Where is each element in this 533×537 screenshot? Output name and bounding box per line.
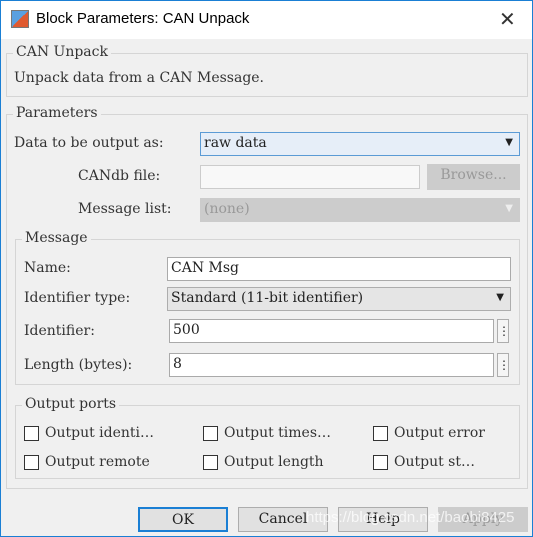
output-status-checkbox[interactable]: Output st… [373, 454, 475, 470]
checkbox-box[interactable] [373, 454, 388, 470]
checkbox-label: Output times… [224, 425, 332, 441]
watermark: https://blog.csdn.net/baobi8425 [306, 509, 515, 526]
checkbox-box[interactable] [203, 454, 218, 470]
checkbox-label: Output error [394, 425, 485, 441]
identifier-type-dropdown[interactable]: Standard (11-bit identifier) ▼ [167, 287, 511, 311]
checkbox-label: Output identi… [45, 425, 155, 441]
chevron-down-icon: ▼ [496, 292, 504, 303]
checkbox-label: Output remote [45, 454, 150, 470]
description-group: CAN Unpack Unpack data from a CAN Messag… [6, 44, 528, 97]
parameters-group-label: Parameters [13, 105, 101, 121]
checkbox-box[interactable] [203, 425, 218, 441]
name-input[interactable]: CAN Msg [167, 257, 511, 281]
checkbox-box[interactable] [24, 454, 39, 470]
output-as-dropdown[interactable]: raw data ▼ [200, 132, 520, 156]
name-label: Name: [24, 260, 71, 276]
browse-button[interactable]: Browse... [427, 164, 520, 190]
checkbox-box[interactable] [373, 425, 388, 441]
ok-button[interactable]: OK [138, 507, 228, 532]
output-error-checkbox[interactable]: Output error [373, 425, 485, 441]
output-timestamp-checkbox[interactable]: Output times… [203, 425, 331, 441]
window-title: Block Parameters: CAN Unpack [36, 10, 250, 27]
checkbox-label: Output length [224, 454, 324, 470]
candb-file-input[interactable] [200, 165, 420, 189]
output-as-value: raw data [204, 135, 267, 151]
identifier-type-label: Identifier type: [24, 290, 131, 306]
checkbox-label: Output st… [394, 454, 475, 470]
identifier-input[interactable]: 500 [169, 319, 494, 343]
message-list-value: (none) [204, 201, 250, 217]
length-input[interactable]: 8 [169, 353, 494, 377]
length-more-icon[interactable]: ⋮ [497, 353, 510, 377]
message-group-label: Message [22, 230, 91, 246]
identifier-type-value: Standard (11-bit identifier) [171, 290, 364, 306]
message-list-dropdown[interactable]: (none) ▼ [200, 198, 520, 222]
dialog-window: Block Parameters: CAN Unpack ✕ CAN Unpac… [0, 0, 533, 537]
output-ports-group-label: Output ports [22, 396, 120, 412]
length-label: Length (bytes): [24, 357, 133, 373]
output-remote-checkbox[interactable]: Output remote [24, 454, 150, 470]
output-as-label: Data to be output as: [14, 135, 164, 151]
simulink-block-icon [11, 10, 29, 28]
message-list-label: Message list: [78, 201, 172, 217]
close-icon[interactable]: ✕ [499, 7, 516, 31]
chevron-down-icon: ▼ [505, 137, 513, 148]
title-bar: Block Parameters: CAN Unpack ✕ [1, 1, 532, 39]
output-length-checkbox[interactable]: Output length [203, 454, 324, 470]
description-text: Unpack data from a CAN Message. [14, 70, 265, 86]
identifier-label: Identifier: [24, 323, 95, 339]
identifier-more-icon[interactable]: ⋮ [497, 319, 510, 343]
output-identifier-checkbox[interactable]: Output identi… [24, 425, 154, 441]
candb-label: CANdb file: [78, 168, 161, 184]
checkbox-box[interactable] [24, 425, 39, 441]
description-group-label: CAN Unpack [13, 44, 111, 60]
chevron-down-icon: ▼ [505, 203, 513, 214]
